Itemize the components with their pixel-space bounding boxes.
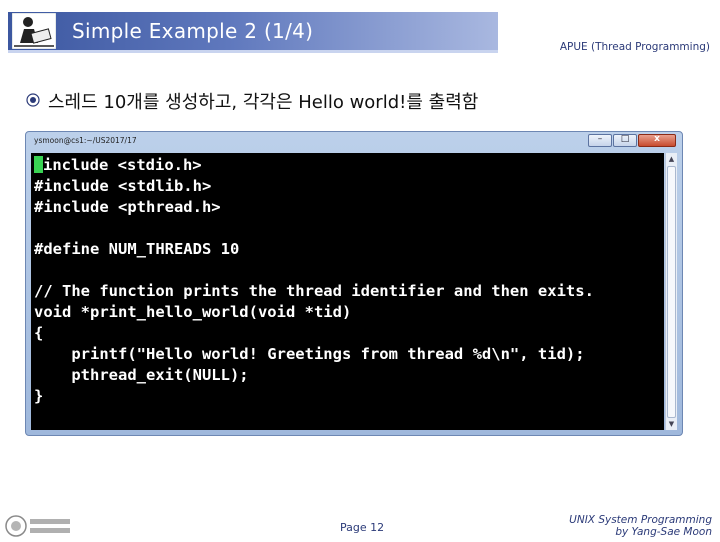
scroll-up-arrow-icon[interactable]: ▲ xyxy=(666,153,677,165)
code-line: { xyxy=(34,324,44,342)
code-line: printf("Hello world! Greetings from thre… xyxy=(34,345,585,363)
code-line: // The function prints the thread identi… xyxy=(34,282,594,300)
close-button[interactable]: x xyxy=(638,134,676,147)
code-line: #define NUM_THREADS 10 xyxy=(34,240,240,258)
code-line: pthread_exit(NULL); xyxy=(34,366,249,384)
footer-line-1: UNIX System Programming xyxy=(569,514,712,526)
scroll-down-arrow-icon[interactable]: ▼ xyxy=(666,418,677,430)
vertical-scrollbar[interactable]: ▲ ▼ xyxy=(665,153,677,430)
bullet-icon xyxy=(26,92,40,107)
header-right-label: APUE (Thread Programming) xyxy=(559,41,710,53)
code-block: include <stdio.h> #include <stdlib.h> #i… xyxy=(31,153,664,407)
code-line: void *print_hello_world(void *tid) xyxy=(34,303,352,321)
close-icon: x xyxy=(654,134,660,144)
terminal-window: ysmoon@cs1:~/US2017/17 – □ x include <st… xyxy=(25,131,683,436)
scroll-thumb[interactable] xyxy=(667,166,676,418)
terminal-content[interactable]: include <stdio.h> #include <stdlib.h> #i… xyxy=(31,153,664,430)
bullet-text: 스레드 10개를 생성하고, 각각은 Hello world!를 출력함 xyxy=(48,92,479,113)
footer-credit: UNIX System Programming by Yang-Sae Moon xyxy=(569,514,712,538)
reader-logo-icon xyxy=(11,12,57,50)
footer-line-2: by Yang-Sae Moon xyxy=(615,526,712,538)
page-number: Page 12 xyxy=(340,521,385,534)
window-controls: – □ x xyxy=(588,134,676,147)
minimize-icon: – xyxy=(597,134,603,144)
code-line: #include <pthread.h> xyxy=(34,198,221,216)
maximize-button[interactable]: □ xyxy=(613,134,637,147)
code-line: #include <stdlib.h> xyxy=(34,177,212,195)
terminal-title: ysmoon@cs1:~/US2017/17 xyxy=(34,136,137,145)
code-line: } xyxy=(34,387,44,405)
university-logo-icon xyxy=(4,514,72,538)
terminal-cursor xyxy=(34,156,43,173)
slide-title: Simple Example 2 (1/4) xyxy=(72,19,314,43)
code-line: include <stdio.h> xyxy=(43,156,202,174)
maximize-icon: □ xyxy=(620,134,630,144)
minimize-button[interactable]: – xyxy=(588,134,612,147)
